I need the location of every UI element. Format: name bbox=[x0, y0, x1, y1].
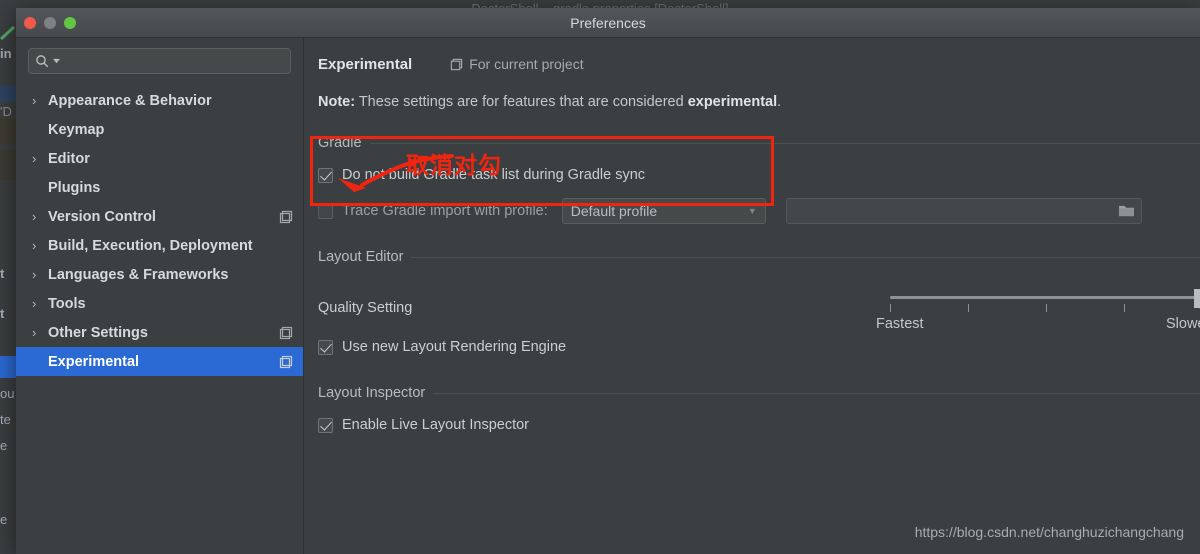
layout-editor-group-header: Layout Editor bbox=[318, 248, 1200, 266]
preferences-dialog: Preferences ›Appearance & Behavior›Keyma… bbox=[16, 8, 1200, 554]
project-scope-icon bbox=[279, 355, 293, 368]
dialog-titlebar[interactable]: Preferences bbox=[16, 8, 1200, 38]
layout-inspector-group-header: Layout Inspector bbox=[318, 384, 1200, 402]
sidebar-item-label: Other Settings bbox=[48, 324, 148, 341]
gradle-group-header: Gradle bbox=[318, 134, 1200, 152]
sidebar-item-label: Version Control bbox=[48, 208, 156, 225]
chevron-right-icon[interactable]: › bbox=[32, 238, 48, 253]
settings-content: Experimental For current project Note: T… bbox=[304, 38, 1200, 554]
chevron-right-icon[interactable]: › bbox=[32, 267, 48, 282]
profile-value: Default profile bbox=[570, 203, 658, 219]
watermark-url: https://blog.csdn.net/changhuzichangchan… bbox=[914, 524, 1184, 540]
sidebar-item-editor[interactable]: › Editor bbox=[16, 144, 303, 173]
new-rendering-engine-row[interactable]: Use new Layout Rendering Engine bbox=[318, 334, 1200, 360]
page-title: Experimental bbox=[318, 55, 413, 73]
chevron-right-icon[interactable]: › bbox=[32, 93, 48, 108]
divider bbox=[411, 256, 1200, 258]
note-text: Note: These settings are for features th… bbox=[318, 94, 1200, 110]
project-scope-icon bbox=[279, 326, 293, 339]
content-header: Experimental For current project bbox=[318, 54, 1200, 74]
slider-tick bbox=[890, 304, 891, 312]
chevron-down-icon: ▼ bbox=[747, 206, 757, 216]
sidebar-item-label: Plugins bbox=[48, 179, 101, 196]
quality-setting-row: Quality Setting Fastest Slowest bbox=[318, 284, 1200, 332]
divider bbox=[369, 142, 1200, 144]
do-not-build-checkbox[interactable] bbox=[318, 167, 333, 183]
new-rendering-engine-label: Use new Layout Rendering Engine bbox=[342, 339, 567, 355]
dialog-title: Preferences bbox=[570, 15, 646, 31]
divider bbox=[433, 392, 1200, 394]
dialog-body: ›Appearance & Behavior›Keymap›Editor›Plu… bbox=[16, 38, 1200, 554]
sidebar-item-label: Experimental bbox=[48, 353, 140, 370]
profile-dropdown[interactable]: Default profile ▼ bbox=[561, 198, 766, 224]
chevron-right-icon[interactable]: › bbox=[32, 325, 48, 340]
folder-icon[interactable] bbox=[1118, 204, 1135, 218]
sidebar-item-plugins[interactable]: ›Plugins bbox=[16, 173, 303, 202]
do-not-build-row[interactable]: Do not build Gradle task list during Gra… bbox=[318, 162, 1200, 188]
layout-inspector-group-label: Layout Inspector bbox=[318, 385, 426, 401]
sidebar-item-tools[interactable]: › Tools bbox=[16, 289, 303, 318]
search-box[interactable] bbox=[28, 48, 291, 74]
sidebar-item-label: Editor bbox=[48, 150, 90, 167]
sidebar-item-label: Appearance & Behavior bbox=[48, 92, 212, 109]
sidebar-item-label: Keymap bbox=[48, 121, 105, 138]
chevron-right-icon[interactable]: › bbox=[32, 296, 48, 311]
layout-editor-group-label: Layout Editor bbox=[318, 249, 404, 265]
sidebar-item-build-execution-deployment[interactable]: › Build, Execution, Deployment bbox=[16, 231, 303, 260]
sidebar-item-experimental[interactable]: ›Experimental bbox=[16, 347, 303, 376]
sidebar-item-label: Tools bbox=[48, 295, 86, 312]
chevron-down-icon[interactable] bbox=[53, 58, 60, 65]
sidebar-item-label: Languages & Frameworks bbox=[48, 266, 229, 283]
search-icon bbox=[36, 54, 49, 67]
chevron-right-icon[interactable]: › bbox=[32, 151, 48, 166]
trace-gradle-label: Trace Gradle import with profile: bbox=[342, 203, 548, 219]
slider-tick bbox=[1124, 304, 1125, 312]
settings-sidebar: ›Appearance & Behavior›Keymap›Editor›Plu… bbox=[16, 38, 304, 554]
live-inspector-label: Enable Live Layout Inspector bbox=[342, 417, 530, 433]
search-container bbox=[16, 48, 303, 84]
project-scope-icon bbox=[451, 58, 463, 70]
note-suffix: . bbox=[777, 94, 782, 110]
trace-gradle-checkbox[interactable] bbox=[318, 203, 333, 219]
scope-label: For current project bbox=[469, 56, 584, 72]
trace-gradle-row[interactable]: Trace Gradle import with profile: Defaul… bbox=[318, 198, 1200, 224]
sidebar-item-other-settings[interactable]: › Other Settings bbox=[16, 318, 303, 347]
live-inspector-row[interactable]: Enable Live Layout Inspector bbox=[318, 412, 1200, 438]
gradle-group-label: Gradle bbox=[318, 135, 362, 151]
slider-max-label: Slowest bbox=[1166, 316, 1200, 332]
new-rendering-engine-checkbox[interactable] bbox=[318, 339, 333, 355]
search-input[interactable] bbox=[64, 53, 284, 69]
slider-track[interactable] bbox=[890, 296, 1200, 299]
slider-tick bbox=[968, 304, 969, 312]
sidebar-item-version-control[interactable]: › Version Control bbox=[16, 202, 303, 231]
gradle-group: Gradle Do not build Gradle task list dur… bbox=[318, 134, 1200, 224]
quality-setting-label: Quality Setting bbox=[318, 300, 413, 316]
quality-slider[interactable]: Fastest Slowest bbox=[876, 284, 1200, 332]
sidebar-item-appearance-behavior[interactable]: › Appearance & Behavior bbox=[16, 86, 303, 115]
layout-editor-group: Layout Editor Quality Setting Fastest Sl… bbox=[318, 248, 1200, 360]
note-prefix: Note: bbox=[318, 94, 356, 110]
slider-min-label: Fastest bbox=[876, 316, 924, 332]
slider-thumb[interactable] bbox=[1193, 289, 1200, 311]
layout-inspector-group: Layout Inspector Enable Live Layout Insp… bbox=[318, 384, 1200, 438]
ghost-caret-icon bbox=[0, 26, 16, 40]
note-body: These settings are for features that are… bbox=[355, 94, 688, 110]
do-not-build-label: Do not build Gradle task list during Gra… bbox=[342, 167, 646, 183]
slider-tick bbox=[1046, 304, 1047, 312]
sidebar-item-label: Build, Execution, Deployment bbox=[48, 237, 253, 254]
settings-tree: ›Appearance & Behavior›Keymap›Editor›Plu… bbox=[16, 84, 303, 376]
trace-path-field[interactable] bbox=[785, 198, 1142, 224]
sidebar-item-languages-frameworks[interactable]: › Languages & Frameworks bbox=[16, 260, 303, 289]
sidebar-item-keymap[interactable]: ›Keymap bbox=[16, 115, 303, 144]
project-scope-icon bbox=[279, 210, 293, 223]
live-inspector-checkbox[interactable] bbox=[318, 417, 333, 433]
note-emphasis: experimental bbox=[687, 94, 778, 110]
scope-indicator: For current project bbox=[450, 56, 584, 72]
chevron-right-icon[interactable]: › bbox=[32, 209, 48, 224]
